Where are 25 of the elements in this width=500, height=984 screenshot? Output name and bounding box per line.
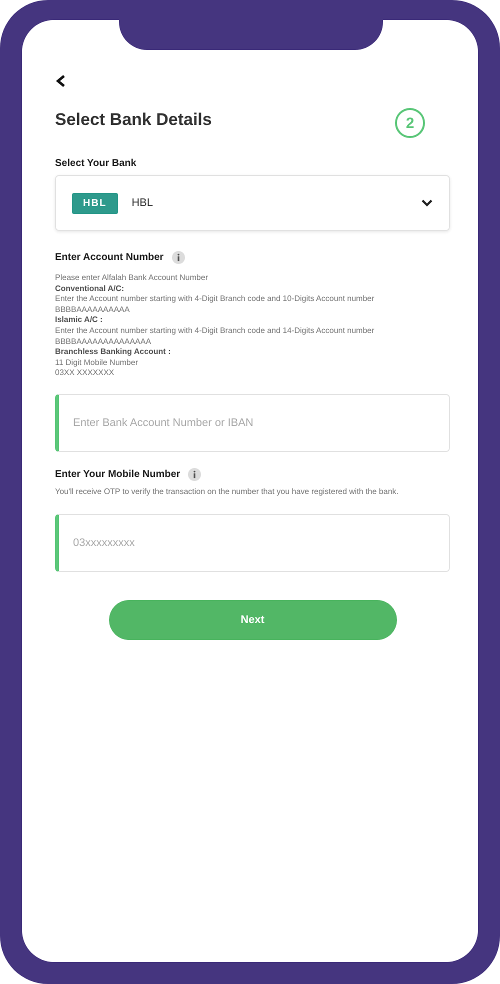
info-icon[interactable] [188, 468, 202, 481]
info-icon[interactable] [172, 251, 185, 264]
help-text: Please enter Alfalah Bank Account Number [55, 273, 209, 284]
bank-logo: HBL [72, 192, 118, 214]
dropdown-value: HBL [132, 197, 154, 209]
help-text: 03XX XXXXXXX [55, 368, 116, 379]
help-text: You'll receive OTP to verify the transaction on the number that you have registered with the bank. [55, 486, 400, 498]
help-text: BBBBAAAAAAAAAAAAAA [55, 336, 152, 348]
field-label: Select Your Bank [55, 158, 138, 169]
back-icon[interactable] [55, 74, 67, 88]
help-text: Enter the Account number starting with 4-Digit Branch code and 10-Digits Account number [55, 294, 376, 305]
help-heading: Conventional A/C: [55, 284, 126, 294]
help-text: Enter the Account number starting with 4-Digit Branch code and 14-Digits Account number [55, 326, 376, 337]
help-heading: Islamic A/C : [55, 315, 104, 326]
help-text: 11 Digit Mobile Number [55, 358, 139, 368]
input-field[interactable]: 03xxxxxxxxx [55, 514, 450, 572]
step-indicator: 2 [395, 108, 425, 138]
help-heading: Branchless Banking Account : [55, 347, 172, 358]
chevron-down-icon [421, 199, 433, 207]
field-label: Enter Your Mobile Number [55, 468, 180, 480]
bank-dropdown[interactable]: HBL HBL [55, 175, 450, 231]
page-title: Select Bank Details [55, 110, 212, 130]
field-label: Enter Account Number [55, 252, 164, 263]
input-field[interactable]: Enter Bank Account Number or IBAN [55, 394, 450, 452]
help-text: BBBBAAAAAAAAAA [55, 304, 131, 316]
